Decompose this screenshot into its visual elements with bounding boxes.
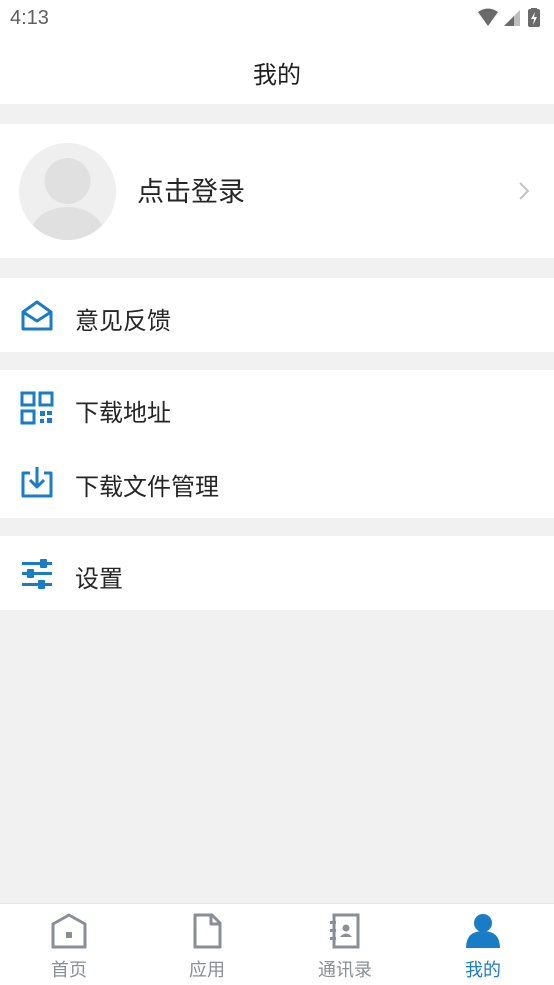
page-title: 我的: [253, 61, 301, 89]
battery-charging-icon: [528, 7, 540, 27]
settings-item[interactable]: 设置: [0, 536, 554, 610]
tab-me[interactable]: 我的: [414, 904, 552, 985]
sliders-icon: [22, 559, 52, 589]
feedback-item[interactable]: 意见反馈: [0, 278, 554, 352]
download-tray-icon: [21, 467, 53, 498]
tab-me-label: 我的: [465, 960, 501, 981]
user-icon: [466, 914, 500, 948]
contacts-book-icon: [330, 913, 360, 949]
login-label: 点击登录: [137, 177, 245, 208]
app-bar: 我的: [0, 38, 554, 104]
bottom-tab-bar: 首页 应用 通讯录 我的: [0, 903, 554, 985]
download-files-label: 下载文件管理: [75, 473, 219, 501]
wifi-icon: [478, 8, 498, 26]
tab-home[interactable]: 首页: [0, 904, 138, 985]
tab-apps[interactable]: 应用: [138, 904, 276, 985]
qr-code-icon: [20, 391, 54, 425]
download-address-label: 下载地址: [75, 399, 171, 427]
tab-contacts[interactable]: 通讯录: [276, 904, 414, 985]
feedback-label: 意见反馈: [75, 307, 171, 335]
tab-contacts-label: 通讯录: [318, 960, 372, 981]
tab-home-label: 首页: [51, 960, 87, 981]
login-card[interactable]: 点击登录: [0, 124, 554, 258]
document-icon: [193, 913, 222, 949]
signal-icon: [504, 10, 520, 26]
status-icons: [476, 7, 548, 34]
avatar: [19, 143, 116, 240]
chevron-right-icon: [519, 182, 530, 200]
tab-apps-label: 应用: [189, 960, 225, 981]
status-time: 4:13: [10, 7, 49, 29]
download-group: 下载地址 下载文件管理: [0, 370, 554, 518]
home-icon: [51, 913, 87, 949]
status-bar: 4:13: [0, 0, 554, 38]
download-files-item[interactable]: 下载文件管理: [0, 444, 554, 518]
download-address-item[interactable]: 下载地址: [0, 370, 554, 444]
mail-open-icon: [21, 300, 53, 331]
settings-label: 设置: [75, 565, 123, 593]
